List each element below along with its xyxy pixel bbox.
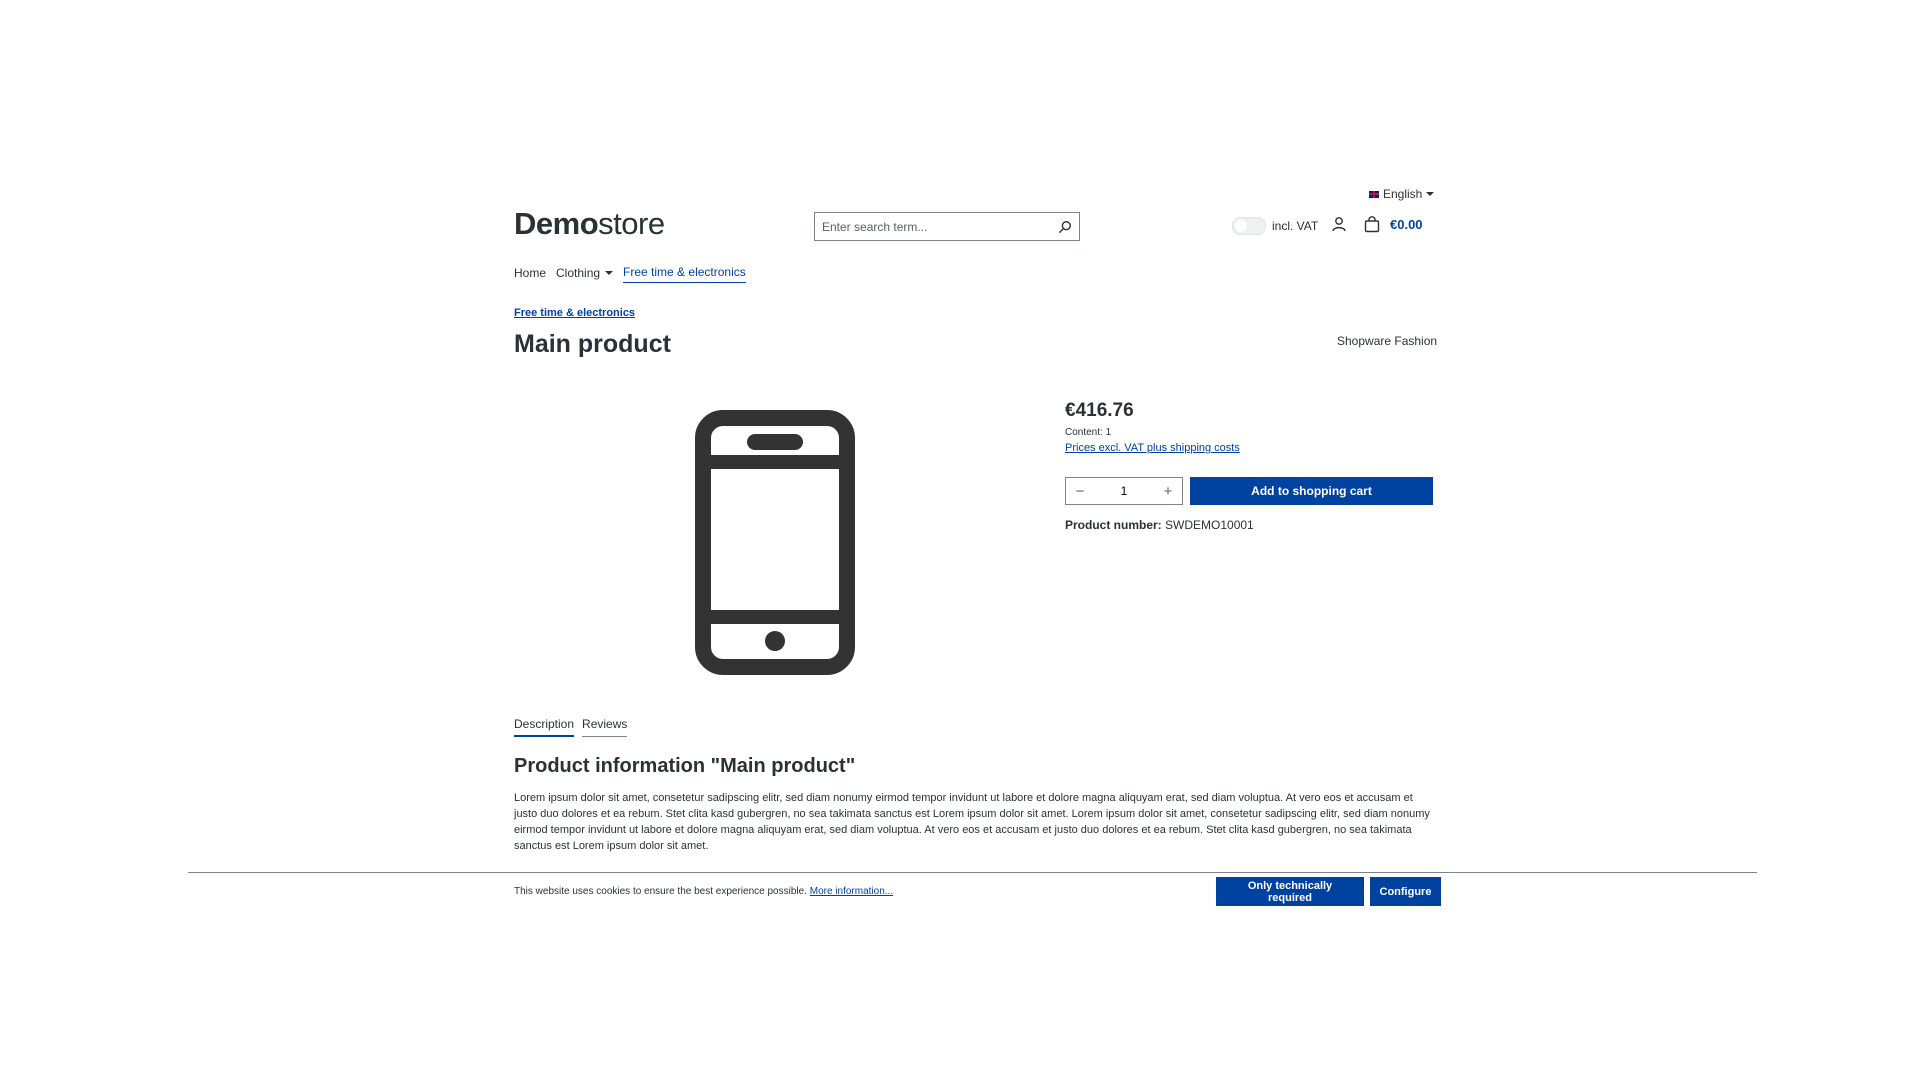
product-number-value: SWDEMO10001 bbox=[1165, 518, 1254, 532]
product-tabs: Description Reviews bbox=[514, 717, 628, 737]
language-label: English bbox=[1383, 187, 1423, 201]
vat-switch: incl. VAT bbox=[1232, 217, 1318, 235]
product-image[interactable] bbox=[695, 410, 855, 680]
search-input[interactable] bbox=[815, 218, 1051, 235]
product-number: Product number: SWDEMO10001 bbox=[1065, 518, 1254, 532]
product-price: €416.76 bbox=[1065, 400, 1134, 421]
product-information-title: Product information "Main product" bbox=[514, 755, 856, 777]
manufacturer-label[interactable]: Shopware Fashion bbox=[1337, 334, 1437, 348]
user-icon bbox=[1332, 217, 1346, 232]
add-to-cart-button[interactable]: Add to shopping cart bbox=[1190, 477, 1433, 505]
vat-label: incl. VAT bbox=[1272, 219, 1319, 233]
product-description: Lorem ipsum dolor sit amet, consetetur s… bbox=[514, 792, 1430, 852]
plus-icon[interactable]: + bbox=[1154, 483, 1182, 500]
logo-bold-text: Demo bbox=[514, 206, 599, 241]
page-title: Main product bbox=[514, 330, 671, 358]
vat-toggle[interactable] bbox=[1232, 217, 1266, 235]
search-bar bbox=[814, 212, 1080, 241]
nav-item-clothing[interactable]: Clothing bbox=[556, 265, 614, 283]
nav-item-label: Home bbox=[514, 265, 547, 280]
cookie-message: This website uses cookies to ensure the … bbox=[514, 886, 893, 897]
smartphone-icon bbox=[695, 410, 855, 675]
quantity-stepper: − + bbox=[1065, 477, 1183, 505]
account-button[interactable] bbox=[1331, 216, 1347, 237]
cookie-more-info-link[interactable]: More information... bbox=[810, 886, 893, 897]
nav-item-free-time-electronics[interactable]: Free time & electronics bbox=[623, 265, 746, 283]
language-selector[interactable]: English bbox=[1369, 187, 1435, 201]
tax-shipping-link[interactable]: Prices excl. VAT plus shipping costs bbox=[1065, 442, 1240, 454]
search-icon bbox=[1059, 220, 1071, 233]
cart-button[interactable]: €0.00 bbox=[1364, 216, 1423, 233]
only-technically-required-button[interactable]: Only technically required bbox=[1216, 877, 1364, 906]
logo-regular-text: store bbox=[598, 206, 665, 241]
minus-icon[interactable]: − bbox=[1066, 483, 1094, 500]
cookie-text: This website uses cookies to ensure the … bbox=[514, 886, 807, 897]
nav-item-label: Free time & electronics bbox=[623, 265, 746, 279]
main-navigation: Home Clothing Free time & electronics bbox=[514, 265, 746, 283]
cart-total: €0.00 bbox=[1390, 217, 1423, 232]
product-number-label: Product number: bbox=[1065, 518, 1162, 532]
configure-button[interactable]: Configure bbox=[1370, 877, 1441, 906]
store-logo[interactable]: Demostore bbox=[514, 206, 665, 242]
search-button[interactable] bbox=[1051, 213, 1079, 240]
nav-item-label: Clothing bbox=[556, 265, 601, 280]
tab-description[interactable]: Description bbox=[514, 717, 575, 737]
breadcrumb[interactable]: Free time & electronics bbox=[514, 307, 635, 319]
nav-item-home[interactable]: Home bbox=[514, 265, 546, 283]
shopping-bag-icon bbox=[1364, 216, 1380, 233]
quantity-input[interactable] bbox=[1102, 483, 1146, 499]
chevron-down-icon bbox=[605, 270, 614, 275]
tab-reviews[interactable]: Reviews bbox=[582, 717, 628, 737]
product-content: Content: 1 bbox=[1065, 427, 1112, 438]
chevron-down-icon bbox=[1426, 192, 1435, 196]
cookie-banner bbox=[188, 872, 1757, 923]
uk-flag-icon bbox=[1369, 190, 1379, 198]
